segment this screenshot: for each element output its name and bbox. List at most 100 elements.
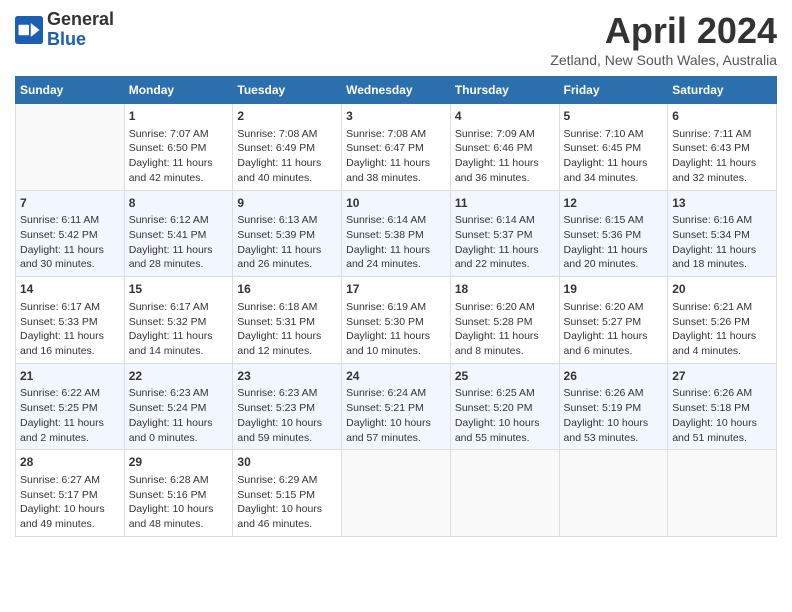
day-info-line: Daylight: 10 hours bbox=[564, 416, 664, 431]
day-number: 1 bbox=[129, 108, 229, 125]
day-info-line: Daylight: 10 hours bbox=[237, 502, 337, 517]
day-info-line: Daylight: 11 hours bbox=[129, 243, 229, 258]
day-info-line: Daylight: 11 hours bbox=[564, 156, 664, 171]
calendar-cell: 7Sunrise: 6:11 AMSunset: 5:42 PMDaylight… bbox=[16, 190, 125, 277]
day-info-line: Sunrise: 6:13 AM bbox=[237, 213, 337, 228]
day-info-line: and 2 minutes. bbox=[20, 431, 120, 446]
day-info-line: Daylight: 11 hours bbox=[455, 156, 555, 171]
day-info-line: Sunset: 5:30 PM bbox=[346, 315, 446, 330]
day-info-line: Sunrise: 6:20 AM bbox=[564, 300, 664, 315]
calendar-cell: 4Sunrise: 7:09 AMSunset: 6:46 PMDaylight… bbox=[450, 104, 559, 191]
day-info-line: Sunset: 6:47 PM bbox=[346, 141, 446, 156]
day-info-line: Sunrise: 6:20 AM bbox=[455, 300, 555, 315]
day-info-line: and 53 minutes. bbox=[564, 431, 664, 446]
calendar-cell bbox=[668, 450, 777, 537]
logo-text: General Blue bbox=[47, 10, 114, 50]
day-info-line: Sunrise: 6:27 AM bbox=[20, 473, 120, 488]
day-info-line: Sunrise: 6:17 AM bbox=[20, 300, 120, 315]
day-info-line: and 4 minutes. bbox=[672, 344, 772, 359]
day-number: 10 bbox=[346, 195, 446, 212]
location-title: Zetland, New South Wales, Australia bbox=[550, 52, 777, 68]
calendar-cell: 26Sunrise: 6:26 AMSunset: 5:19 PMDayligh… bbox=[559, 363, 668, 450]
day-info-line: and 55 minutes. bbox=[455, 431, 555, 446]
day-info-line: Sunset: 5:16 PM bbox=[129, 488, 229, 503]
day-number: 4 bbox=[455, 108, 555, 125]
day-info-line: Sunset: 5:41 PM bbox=[129, 228, 229, 243]
calendar-header-row: SundayMondayTuesdayWednesdayThursdayFrid… bbox=[16, 77, 777, 104]
logo-icon bbox=[15, 16, 43, 44]
day-info-line: Daylight: 11 hours bbox=[455, 243, 555, 258]
calendar-cell: 27Sunrise: 6:26 AMSunset: 5:18 PMDayligh… bbox=[668, 363, 777, 450]
calendar-cell: 25Sunrise: 6:25 AMSunset: 5:20 PMDayligh… bbox=[450, 363, 559, 450]
calendar-cell: 28Sunrise: 6:27 AMSunset: 5:17 PMDayligh… bbox=[16, 450, 125, 537]
day-info-line: Sunset: 5:27 PM bbox=[564, 315, 664, 330]
calendar-cell: 9Sunrise: 6:13 AMSunset: 5:39 PMDaylight… bbox=[233, 190, 342, 277]
day-info-line: Daylight: 11 hours bbox=[129, 329, 229, 344]
day-number: 9 bbox=[237, 195, 337, 212]
calendar-cell: 3Sunrise: 7:08 AMSunset: 6:47 PMDaylight… bbox=[342, 104, 451, 191]
month-title: April 2024 bbox=[550, 10, 777, 52]
day-number: 6 bbox=[672, 108, 772, 125]
day-info-line: Daylight: 11 hours bbox=[20, 416, 120, 431]
logo-blue-text: Blue bbox=[47, 29, 86, 49]
day-info-line: Sunrise: 6:14 AM bbox=[455, 213, 555, 228]
day-info-line: Daylight: 11 hours bbox=[672, 243, 772, 258]
header-thursday: Thursday bbox=[450, 77, 559, 104]
day-info-line: and 22 minutes. bbox=[455, 257, 555, 272]
day-info-line: and 48 minutes. bbox=[129, 517, 229, 532]
day-number: 16 bbox=[237, 281, 337, 298]
day-info-line: Daylight: 11 hours bbox=[455, 329, 555, 344]
calendar-cell: 15Sunrise: 6:17 AMSunset: 5:32 PMDayligh… bbox=[124, 277, 233, 364]
calendar-cell bbox=[559, 450, 668, 537]
day-info-line: and 6 minutes. bbox=[564, 344, 664, 359]
day-info-line: Sunrise: 6:23 AM bbox=[129, 386, 229, 401]
day-number: 18 bbox=[455, 281, 555, 298]
calendar-cell: 12Sunrise: 6:15 AMSunset: 5:36 PMDayligh… bbox=[559, 190, 668, 277]
calendar-cell: 6Sunrise: 7:11 AMSunset: 6:43 PMDaylight… bbox=[668, 104, 777, 191]
calendar-cell: 16Sunrise: 6:18 AMSunset: 5:31 PMDayligh… bbox=[233, 277, 342, 364]
day-number: 3 bbox=[346, 108, 446, 125]
day-info-line: Sunset: 5:28 PM bbox=[455, 315, 555, 330]
day-info-line: Sunrise: 6:11 AM bbox=[20, 213, 120, 228]
day-info-line: and 26 minutes. bbox=[237, 257, 337, 272]
day-info-line: Sunrise: 6:29 AM bbox=[237, 473, 337, 488]
day-info-line: Daylight: 11 hours bbox=[129, 156, 229, 171]
calendar-table: SundayMondayTuesdayWednesdayThursdayFrid… bbox=[15, 76, 777, 537]
day-info-line: Sunset: 5:23 PM bbox=[237, 401, 337, 416]
calendar-cell: 20Sunrise: 6:21 AMSunset: 5:26 PMDayligh… bbox=[668, 277, 777, 364]
day-info-line: Sunrise: 6:23 AM bbox=[237, 386, 337, 401]
day-number: 28 bbox=[20, 454, 120, 471]
day-info-line: and 42 minutes. bbox=[129, 171, 229, 186]
day-number: 21 bbox=[20, 368, 120, 385]
day-info-line: and 49 minutes. bbox=[20, 517, 120, 532]
day-info-line: Daylight: 11 hours bbox=[564, 329, 664, 344]
day-info-line: Sunset: 5:24 PM bbox=[129, 401, 229, 416]
day-info-line: Sunset: 5:19 PM bbox=[564, 401, 664, 416]
day-number: 8 bbox=[129, 195, 229, 212]
day-info-line: Sunrise: 6:12 AM bbox=[129, 213, 229, 228]
day-info-line: Sunset: 6:50 PM bbox=[129, 141, 229, 156]
day-number: 5 bbox=[564, 108, 664, 125]
day-info-line: Sunset: 6:43 PM bbox=[672, 141, 772, 156]
day-info-line: Daylight: 11 hours bbox=[20, 329, 120, 344]
calendar-cell: 29Sunrise: 6:28 AMSunset: 5:16 PMDayligh… bbox=[124, 450, 233, 537]
day-info-line: Daylight: 11 hours bbox=[346, 329, 446, 344]
day-info-line: Sunrise: 7:07 AM bbox=[129, 127, 229, 142]
day-info-line: Sunset: 5:33 PM bbox=[20, 315, 120, 330]
day-number: 22 bbox=[129, 368, 229, 385]
day-info-line: Sunset: 5:37 PM bbox=[455, 228, 555, 243]
day-number: 30 bbox=[237, 454, 337, 471]
header-friday: Friday bbox=[559, 77, 668, 104]
day-info-line: Sunset: 5:32 PM bbox=[129, 315, 229, 330]
day-number: 12 bbox=[564, 195, 664, 212]
day-info-line: and 8 minutes. bbox=[455, 344, 555, 359]
calendar-week-row: 1Sunrise: 7:07 AMSunset: 6:50 PMDaylight… bbox=[16, 104, 777, 191]
day-number: 11 bbox=[455, 195, 555, 212]
day-info-line: Daylight: 11 hours bbox=[672, 156, 772, 171]
day-info-line: Daylight: 11 hours bbox=[346, 243, 446, 258]
day-info-line: Sunrise: 6:17 AM bbox=[129, 300, 229, 315]
day-info-line: and 28 minutes. bbox=[129, 257, 229, 272]
day-info-line: Sunrise: 6:18 AM bbox=[237, 300, 337, 315]
day-info-line: Sunset: 5:20 PM bbox=[455, 401, 555, 416]
calendar-cell: 18 Sunrise: 6:20 AMSunset: 5:28 PMDayligh… bbox=[450, 277, 559, 364]
